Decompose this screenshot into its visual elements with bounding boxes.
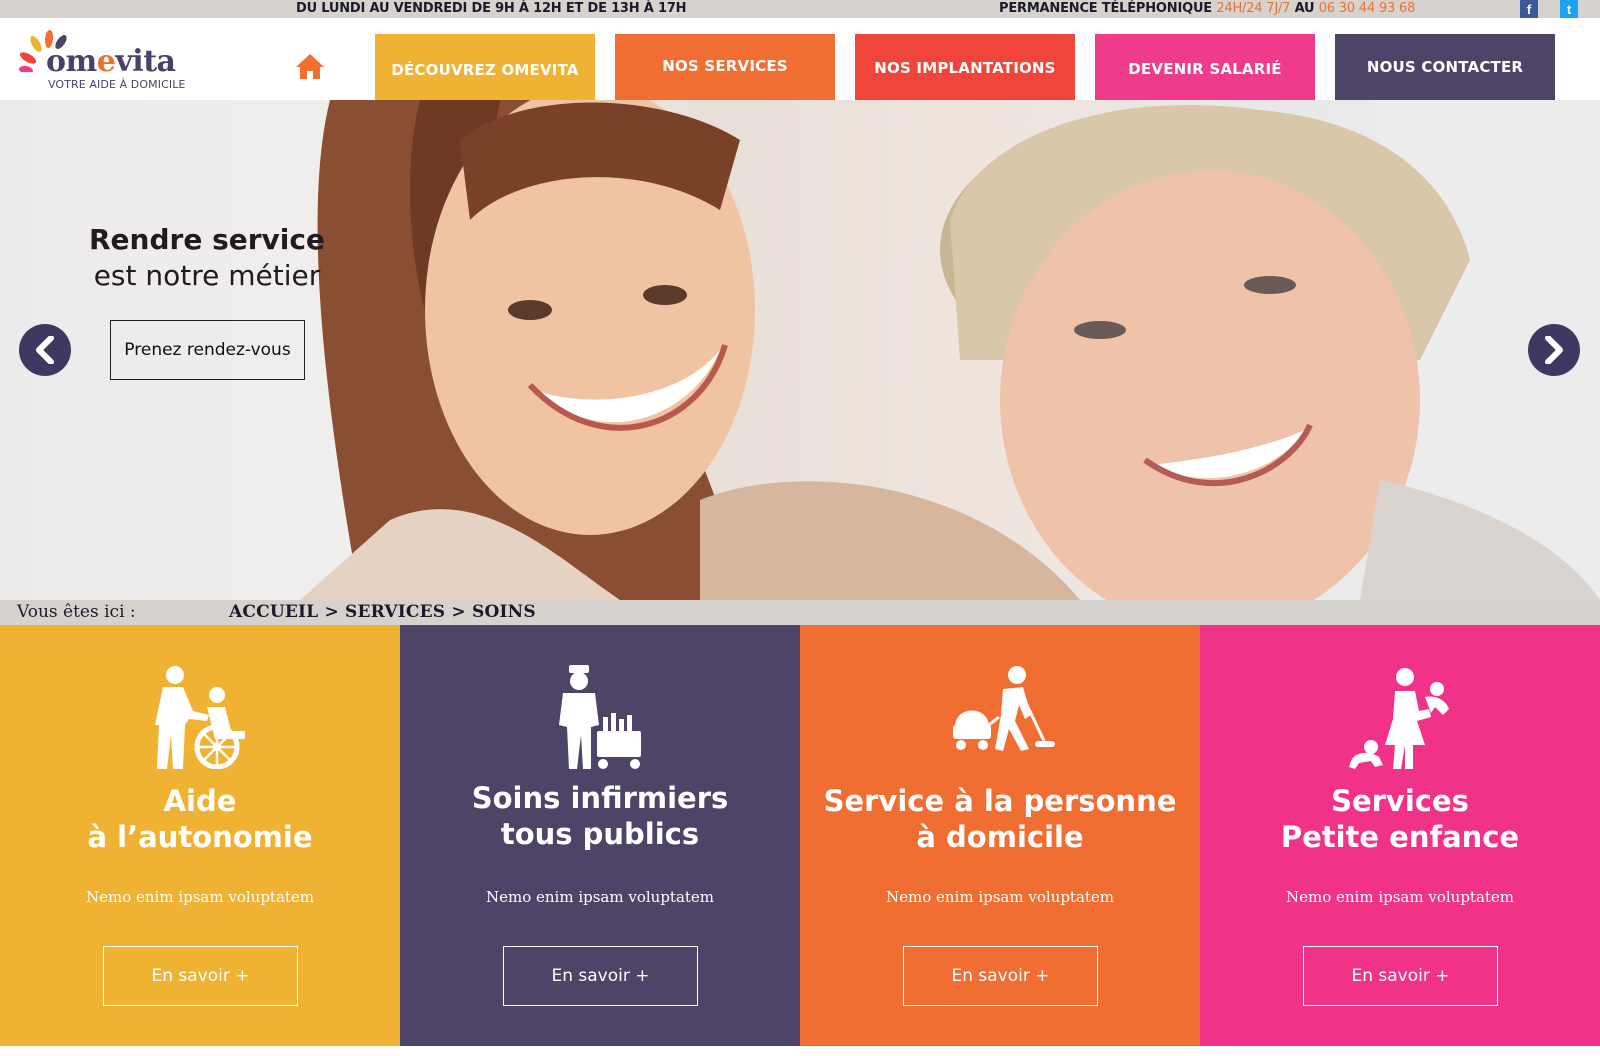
phone-permanence: PERMANENCE TÉLÉPHONIQUE 24H/24 7J/7 AU 0… (999, 1, 1415, 16)
logo-wordmark: omevita (46, 44, 176, 79)
top-info-bar: DU LUNDI AU VENDREDI DE 9H À 12H ET DE 1… (0, 0, 1600, 18)
appointment-button[interactable]: Prenez rendez-vous (110, 320, 305, 380)
service-title: Soins infirmiers tous publics (471, 781, 729, 851)
service-description: Nemo enim ipsam voluptatem (885, 888, 1115, 906)
learn-more-button[interactable]: En savoir + (503, 946, 698, 1006)
service-description: Nemo enim ipsam voluptatem (85, 888, 315, 906)
home-icon[interactable] (295, 51, 325, 81)
breadcrumb-label: Vous êtes ici : (17, 602, 136, 622)
nav-decouvrez-omevita[interactable]: DÉCOUVREZ OMEVITA (375, 34, 595, 100)
nav-nos-implantations[interactable]: NOS IMPLANTATIONS (855, 34, 1075, 100)
nav-devenir-salarie[interactable]: DEVENIR SALARIÉ (1095, 34, 1315, 100)
service-tile-soins-infirmiers: Soins infirmiers tous publics Nemo enim … (400, 625, 800, 1046)
site-header: omevita VOTRE AIDE À DOMICILE DÉCOUVREZ … (0, 18, 1600, 100)
learn-more-button[interactable]: En savoir + (1303, 946, 1498, 1006)
service-title: Service à la personne à domicile (823, 784, 1177, 854)
omevita-logo[interactable]: omevita VOTRE AIDE À DOMICILE (18, 28, 188, 94)
phone-availability: 24H/24 7J/7 (1216, 1, 1291, 16)
service-title: Services Petite enfance (1280, 784, 1520, 854)
slider-prev-button[interactable] (19, 324, 71, 376)
service-tile-petite-enfance: Services Petite enfance Nemo enim ipsam … (1200, 625, 1600, 1046)
chevron-right-icon (1545, 336, 1563, 364)
breadcrumb: Vous êtes ici : ACCUEIL > SERVICES > SOI… (0, 600, 1600, 625)
nav-nous-contacter[interactable]: NOUS CONTACTER (1335, 34, 1555, 100)
opening-hours: DU LUNDI AU VENDREDI DE 9H À 12H ET DE 1… (296, 1, 687, 16)
phone-middle: AU (1294, 1, 1315, 16)
hero-slider: Rendre service est notre métier Prenez r… (0, 100, 1600, 600)
nurse-trolley-icon (559, 665, 641, 769)
nav-nos-services[interactable]: NOS SERVICES (615, 34, 835, 100)
services-grid: Aide à l’autonomie Nemo enim ipsam volup… (0, 625, 1600, 1046)
parent-children-icon (1349, 668, 1449, 769)
twitter-icon[interactable]: t (1560, 0, 1578, 18)
chevron-left-icon (36, 336, 54, 364)
service-description: Nemo enim ipsam voluptatem (485, 888, 715, 906)
service-title: Aide à l’autonomie (87, 784, 313, 854)
slider-next-button[interactable] (1528, 324, 1580, 376)
service-tile-autonomie: Aide à l’autonomie Nemo enim ipsam volup… (0, 625, 400, 1046)
wheelchair-caregiver-icon (155, 666, 245, 769)
service-tile-service-personne: Service à la personne à domicile Nemo en… (800, 625, 1200, 1046)
hero-headline: Rendre service est notre métier (68, 222, 346, 294)
hero-headline-regular: est notre métier (93, 259, 321, 292)
logo-tagline: VOTRE AIDE À DOMICILE (48, 78, 186, 91)
phone-number[interactable]: 06 30 44 93 68 (1319, 1, 1416, 16)
facebook-icon[interactable]: f (1520, 0, 1538, 18)
service-description: Nemo enim ipsam voluptatem (1285, 888, 1515, 906)
hero-headline-bold: Rendre service (89, 223, 325, 256)
vacuum-cleaning-icon (953, 666, 1055, 751)
phone-prefix: PERMANENCE TÉLÉPHONIQUE (999, 1, 1212, 16)
learn-more-button[interactable]: En savoir + (103, 946, 298, 1006)
breadcrumb-path[interactable]: ACCUEIL > SERVICES > SOINS (229, 602, 536, 622)
learn-more-button[interactable]: En savoir + (903, 946, 1098, 1006)
